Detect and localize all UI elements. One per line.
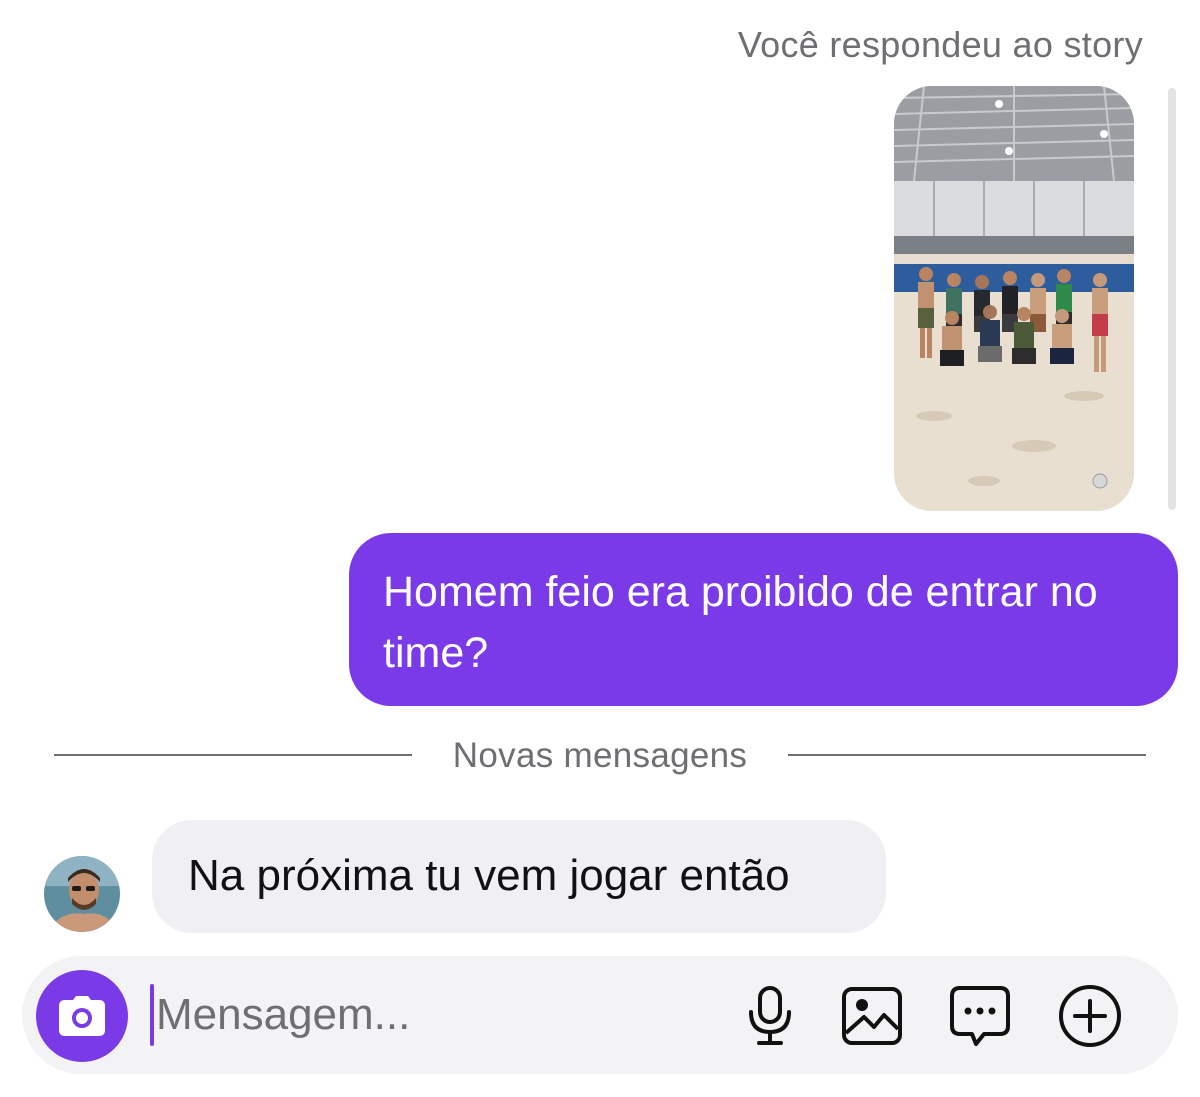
sender-avatar[interactable] [44,856,120,932]
story-photo [894,86,1134,511]
message-composer [22,956,1178,1074]
microphone-icon [749,986,791,1045]
image-icon [842,987,902,1045]
new-messages-label: Novas mensagens [452,736,748,775]
outgoing-message-text: Homem feio era proibido de entrar no tim… [383,568,1098,677]
camera-icon [59,996,105,1036]
outgoing-message-bubble[interactable]: Homem feio era proibido de entrar no tim… [349,533,1178,706]
message-input[interactable] [156,982,716,1048]
story-thumbnail[interactable] [894,86,1134,511]
incoming-message-bubble[interactable]: Na próxima tu vem jogar então [152,820,886,933]
chat-bubble-icon [950,986,1010,1046]
microphone-button[interactable] [738,984,802,1048]
incoming-message-text: Na próxima tu vem jogar então [188,851,790,900]
plus-circle-icon [1059,985,1121,1047]
camera-button[interactable] [36,970,128,1062]
chat-scrollbar[interactable] [1168,88,1176,510]
story-reply-caption: Você respondeu ao story [737,24,1143,65]
new-messages-divider: Novas mensagens [54,728,1146,782]
gallery-button[interactable] [840,984,904,1048]
text-caret [150,984,154,1046]
avatar-photo [44,856,120,932]
add-button[interactable] [1058,984,1122,1048]
sticker-button[interactable] [948,984,1012,1048]
divider-line-right [788,754,1146,756]
